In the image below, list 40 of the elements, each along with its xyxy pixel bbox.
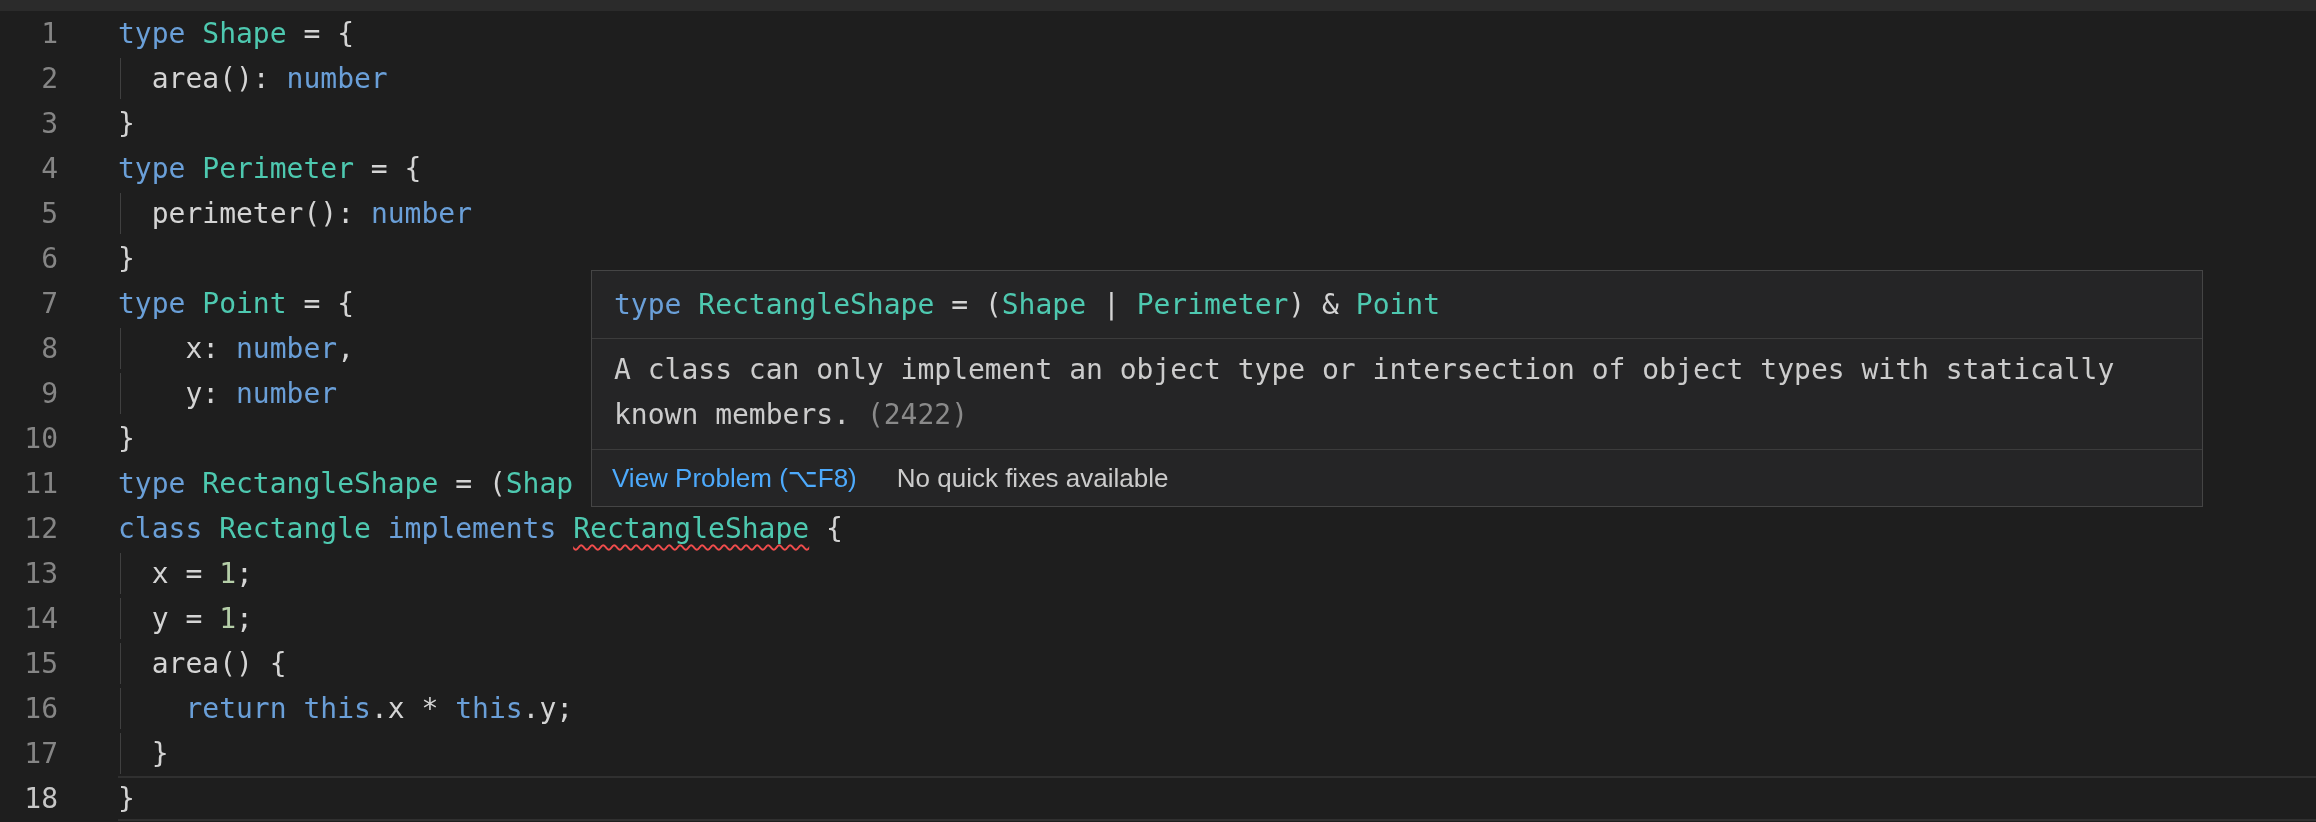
line-number: 12	[23, 512, 58, 545]
line-number: 8	[40, 332, 58, 365]
quick-fix-note: No quick fixes available	[896, 462, 1169, 494]
error-message: A class can only implement an object type or intersection of object types with statically known members. (2422)	[592, 339, 2202, 450]
line-number: 17	[23, 737, 58, 770]
line-number: 14	[23, 602, 58, 635]
line-number: 18	[23, 782, 58, 815]
line-number: 10	[23, 422, 58, 455]
line-number: 1	[40, 17, 58, 50]
code-line: }	[118, 733, 169, 774]
code-line: type Shape = {	[118, 16, 355, 52]
code-line: x = 1;	[118, 553, 253, 594]
code-line: }	[118, 106, 135, 142]
line-number: 13	[23, 557, 58, 590]
line-number: 2	[40, 62, 58, 95]
line-number: 11	[23, 467, 58, 500]
line-number: 7	[40, 287, 58, 320]
code-line: class Rectangle implements RectangleShape {	[118, 511, 843, 547]
code-line: }	[118, 421, 135, 457]
line-number: 9	[40, 377, 58, 410]
code-line: area() {	[118, 643, 287, 684]
code-line: perimeter(): number	[118, 193, 473, 234]
view-problem-link[interactable]: View Problem (⌥F8)	[612, 462, 857, 494]
line-number: 5	[40, 197, 58, 230]
line-number: 3	[40, 107, 58, 140]
line-number: 6	[40, 242, 58, 275]
code-line: x: number,	[118, 328, 355, 369]
type-signature: type RectangleShape = (Shape | Perimeter) & Point	[592, 271, 2202, 339]
code-line: y: number	[118, 373, 338, 414]
line-number: 16	[23, 692, 58, 725]
line-number: 15	[23, 647, 58, 680]
code-line: return this.x * this.y;	[118, 688, 574, 729]
code-line: }	[118, 781, 135, 817]
code-line: area(): number	[118, 58, 388, 99]
code-line: type RectangleShape = (Shap	[118, 466, 574, 502]
line-number: 4	[40, 152, 58, 185]
code-line: type Perimeter = {	[118, 151, 422, 187]
code-line: type Point = {	[118, 286, 355, 322]
code-line: y = 1;	[118, 598, 253, 639]
code-line: }	[118, 241, 135, 277]
